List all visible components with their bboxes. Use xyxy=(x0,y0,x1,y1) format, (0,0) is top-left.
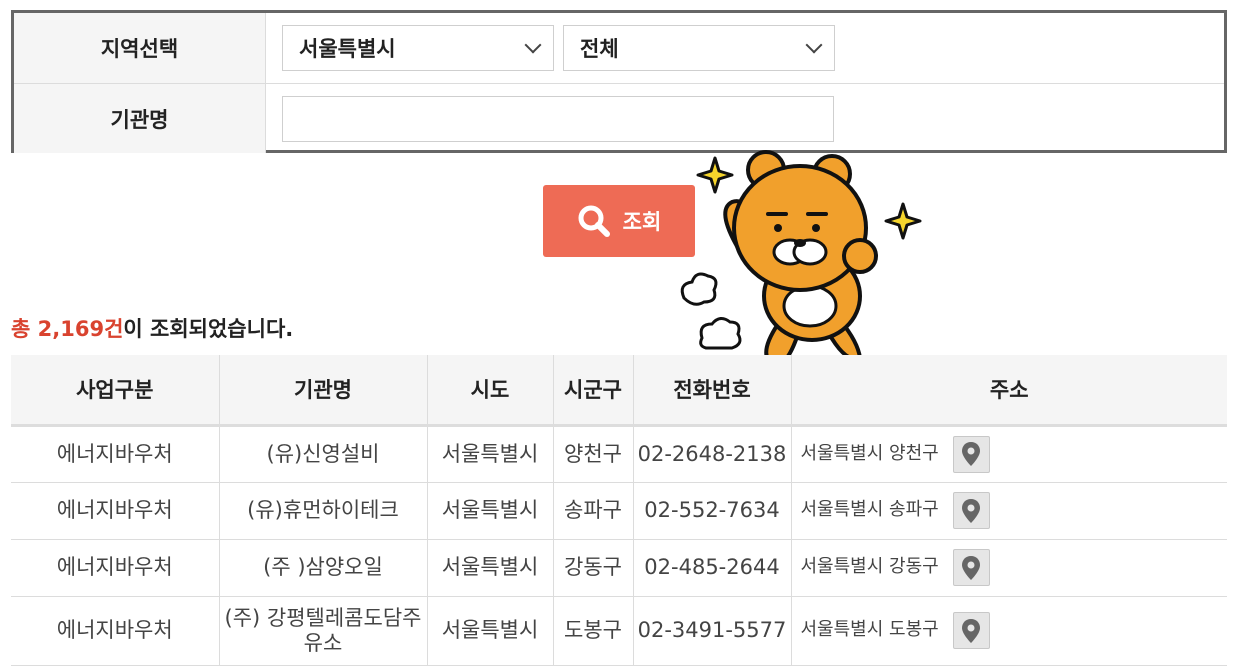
table-row: 에너지바우처 (유)신영설비 서울특별시 양천구 02-2648-2138 서울… xyxy=(11,425,1227,483)
cell-sigungu: 송파구 xyxy=(553,482,634,540)
district-select-value: 전체 xyxy=(580,37,619,61)
cell-sigungu: 도봉구 xyxy=(553,596,634,666)
region-select[interactable]: 서울특별시 xyxy=(282,25,554,71)
table-header-row: 사업구분 기관명 시도 시군구 전화번호 주소 xyxy=(11,355,1227,427)
map-pin-icon xyxy=(962,498,981,523)
cell-sigungu: 양천구 xyxy=(553,425,634,483)
district-select[interactable]: 전체 xyxy=(563,25,835,71)
org-name-input[interactable] xyxy=(282,95,834,142)
table-row: 에너지바우처 (주 )삼양오일 서울특별시 강동구 02-485-2644 서울… xyxy=(11,539,1227,597)
header-sigungu: 시군구 xyxy=(553,355,634,427)
map-button[interactable] xyxy=(952,549,990,586)
cell-sido: 서울특별시 xyxy=(427,482,554,540)
cell-type: 에너지바우처 xyxy=(11,539,220,597)
cell-address: 서울특별시 강동구 xyxy=(791,539,1227,597)
address-text: 서울특별시 송파구 xyxy=(800,499,939,521)
map-pin-icon xyxy=(962,442,981,466)
cell-sigungu: 강동구 xyxy=(553,539,634,597)
result-table: 사업구분 기관명 시도 시군구 전화번호 주소 에너지바우처 (유)신영설비 서… xyxy=(11,355,1227,666)
search-button-label: 조회 xyxy=(622,210,662,234)
cell-type: 에너지바우처 xyxy=(11,596,220,666)
cell-org-name: (주) 강평텔레콤도담주유소 xyxy=(219,596,428,666)
address-text: 서울특별시 강동구 xyxy=(800,556,939,578)
cell-address: 서울특별시 도봉구 xyxy=(791,596,1227,666)
map-pin-icon xyxy=(962,618,981,643)
cell-sido: 서울특별시 xyxy=(427,539,554,597)
address-text: 서울특별시 도봉구 xyxy=(800,619,939,641)
region-label: 지역선택 xyxy=(14,13,266,83)
cell-sido: 서울특별시 xyxy=(427,425,554,483)
summary-suffix: 이 조회되었습니다. xyxy=(123,317,294,341)
cell-type: 에너지바우처 xyxy=(11,482,220,540)
cell-org-name: (유)휴먼하이테크 xyxy=(219,482,428,540)
map-button[interactable] xyxy=(952,435,990,473)
region-select-value: 서울특별시 xyxy=(299,37,396,61)
cell-org-name: (주 )삼양오일 xyxy=(219,539,428,597)
map-button[interactable] xyxy=(952,492,990,529)
cell-phone: 02-2648-2138 xyxy=(633,425,792,483)
search-icon xyxy=(578,205,610,237)
summary-prefix: 총 xyxy=(11,317,38,341)
header-type: 사업구분 xyxy=(11,355,220,427)
header-org-name: 기관명 xyxy=(219,355,428,427)
header-phone: 전화번호 xyxy=(633,355,792,427)
chevron-down-icon xyxy=(524,36,542,53)
cell-sido: 서울특별시 xyxy=(427,596,554,666)
mascot-bear-image xyxy=(680,150,922,367)
cell-phone: 02-3491-5577 xyxy=(633,596,792,666)
org-label: 기관명 xyxy=(14,84,266,153)
cell-type: 에너지바우처 xyxy=(11,425,220,483)
region-row: 지역선택 서울특별시 전체 xyxy=(14,13,1224,83)
table-row: 에너지바우처 (주) 강평텔레콤도담주유소 서울특별시 도봉구 02-3491-… xyxy=(11,596,1227,666)
address-text: 서울특별시 양천구 xyxy=(800,442,939,464)
result-summary: 총 2,169건이 조회되었습니다. xyxy=(11,313,293,343)
header-address: 주소 xyxy=(791,355,1227,427)
map-pin-icon xyxy=(962,555,981,580)
cell-phone: 02-552-7634 xyxy=(633,482,792,540)
cell-address: 서울특별시 양천구 xyxy=(791,425,1227,483)
cell-org-name: (유)신영설비 xyxy=(219,425,428,483)
search-form: 지역선택 서울특별시 전체 기관명 xyxy=(11,10,1227,153)
cell-phone: 02-485-2644 xyxy=(633,539,792,597)
table-row: 에너지바우처 (유)휴먼하이테크 서울특별시 송파구 02-552-7634 서… xyxy=(11,482,1227,540)
result-count: 2,169건 xyxy=(37,317,124,341)
map-button[interactable] xyxy=(952,612,990,649)
region-field: 서울특별시 전체 xyxy=(266,13,1224,83)
cell-address: 서울특별시 송파구 xyxy=(791,482,1227,540)
org-row: 기관명 xyxy=(14,83,1224,153)
header-sido: 시도 xyxy=(427,355,554,427)
org-field xyxy=(266,84,1224,153)
chevron-down-icon xyxy=(805,36,823,53)
